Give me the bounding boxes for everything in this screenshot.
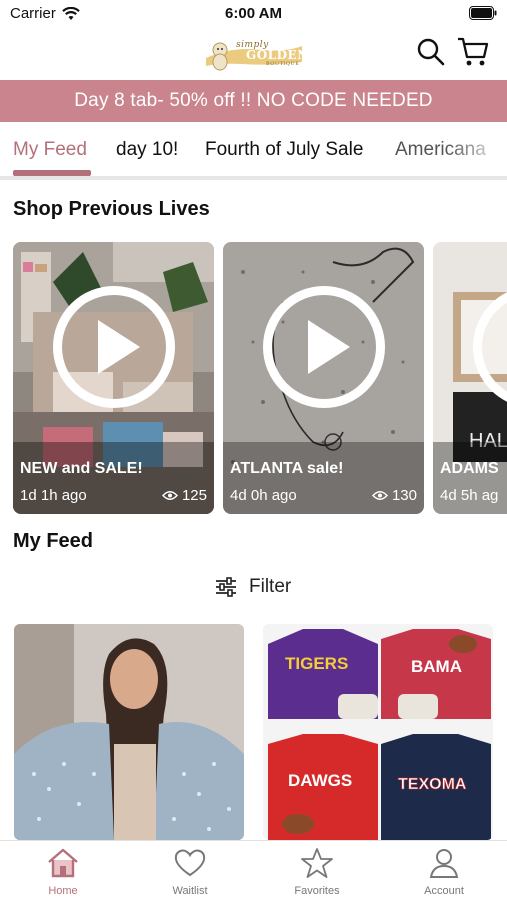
- promo-banner[interactable]: Day 8 tab- 50% off !! NO CODE NEEDED: [0, 80, 507, 122]
- tab-fourth-of-july-sale[interactable]: Fourth of July Sale: [205, 139, 363, 161]
- tabbar-item-home[interactable]: Home: [13, 847, 113, 900]
- tabbar-item-favorites[interactable]: Favorites: [267, 847, 367, 900]
- previous-lives-carousel[interactable]: NEW and SALE! 1d 1h ago 125 ATLANTA sale…: [13, 242, 507, 516]
- search-icon[interactable]: [416, 37, 446, 67]
- app-header: simply GOLDEN BOUTIQUE: [0, 28, 507, 78]
- person-icon: [429, 849, 459, 878]
- live-views: 125: [162, 487, 207, 504]
- sweatshirt-label-tigers: TIGERS: [285, 654, 348, 673]
- live-title: ADAMS: [440, 460, 499, 477]
- tabs-fade: [447, 122, 507, 176]
- brand-logo[interactable]: simply GOLDEN BOUTIQUE: [202, 32, 309, 74]
- status-time: 6:00 AM: [225, 5, 282, 22]
- feed-item[interactable]: TIGERS BAMA DAWGS TEXOMA: [263, 624, 493, 840]
- section-title-lives: Shop Previous Lives: [13, 198, 210, 220]
- tab-day-10[interactable]: day 10!: [116, 139, 178, 161]
- live-card[interactable]: ATLANTA sale! 4d 0h ago 130: [223, 242, 424, 514]
- tabbar-label: Favorites: [294, 885, 340, 897]
- live-title: NEW and SALE!: [20, 460, 143, 477]
- filter-button[interactable]: Filter: [215, 576, 291, 598]
- play-icon[interactable]: [53, 286, 175, 408]
- tabbar-label: Waitlist: [172, 885, 208, 897]
- product-image: [14, 624, 244, 840]
- play-icon[interactable]: [263, 286, 385, 408]
- sweatshirt-label-texoma: TEXOMA: [398, 776, 467, 793]
- heart-icon: [174, 849, 206, 877]
- eye-icon: [372, 491, 388, 500]
- live-views-count: 130: [391, 487, 417, 504]
- filter-label: Filter: [249, 576, 292, 597]
- feed-item[interactable]: [14, 624, 244, 840]
- home-icon: [48, 848, 78, 878]
- tabbar-label: Home: [48, 885, 78, 897]
- tab-my-feed[interactable]: My Feed: [13, 139, 87, 161]
- sliders-icon: [216, 577, 236, 597]
- live-title: ATLANTA sale!: [230, 460, 344, 477]
- active-tab-indicator: [13, 170, 91, 176]
- section-title-feed: My Feed: [13, 530, 94, 552]
- category-tabs: My Feed day 10! Fourth of July Sale Amer…: [0, 122, 507, 180]
- eye-icon: [162, 491, 178, 500]
- battery-icon: [469, 6, 497, 24]
- logo-text: simply GOLDEN BOUTIQUE: [236, 40, 309, 67]
- live-views: 130: [372, 487, 417, 504]
- live-age: 1d 1h ago: [20, 487, 87, 504]
- tabbar-item-account[interactable]: Account: [394, 847, 494, 900]
- cart-icon[interactable]: [456, 36, 490, 68]
- live-age: 4d 5h ag: [440, 487, 499, 504]
- live-views-count: 125: [181, 487, 207, 504]
- star-icon: [301, 848, 333, 878]
- sweatshirt-label-bama: BAMA: [411, 657, 462, 676]
- promo-text: Day 8 tab- 50% off !! NO CODE NEEDED: [74, 90, 433, 111]
- status-bar: Carrier 6:00 AM: [0, 0, 507, 28]
- tabbar-label: Account: [424, 885, 464, 897]
- live-card[interactable]: NEW and SALE! 1d 1h ago 125: [13, 242, 214, 514]
- product-image: TIGERS BAMA DAWGS TEXOMA: [263, 624, 493, 840]
- bottom-tab-bar: Home Waitlist Favorites Account: [0, 840, 507, 900]
- sweatshirt-label-dawgs: DAWGS: [288, 771, 352, 790]
- live-card[interactable]: HAL ADAMS 4d 5h ag: [433, 242, 507, 514]
- tabbar-item-waitlist[interactable]: Waitlist: [140, 847, 240, 900]
- live-age: 4d 0h ago: [230, 487, 297, 504]
